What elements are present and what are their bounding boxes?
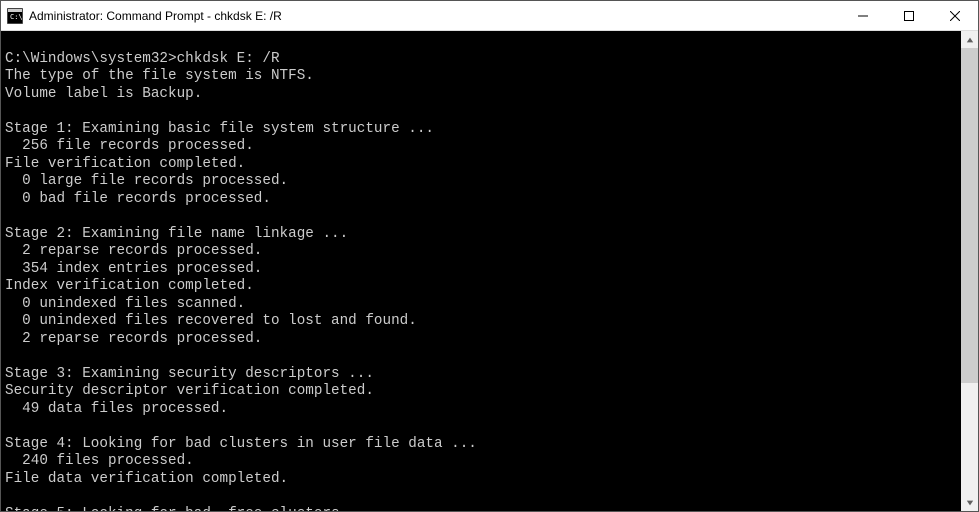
terminal-output[interactable]: C:\Windows\system32>chkdsk E: /R The typ… — [1, 31, 961, 511]
vertical-scrollbar[interactable] — [961, 31, 978, 511]
maximize-button[interactable] — [886, 1, 932, 30]
scroll-up-arrow[interactable] — [961, 31, 978, 48]
minimize-button[interactable] — [840, 1, 886, 30]
titlebar[interactable]: C:\ Administrator: Command Prompt - chkd… — [1, 1, 978, 31]
scrollbar-track[interactable] — [961, 48, 978, 494]
window-controls — [840, 1, 978, 30]
terminal-area: C:\Windows\system32>chkdsk E: /R The typ… — [1, 31, 978, 511]
svg-text:C:\: C:\ — [10, 13, 23, 21]
close-button[interactable] — [932, 1, 978, 30]
scroll-down-arrow[interactable] — [961, 494, 978, 511]
cmd-icon: C:\ — [7, 8, 23, 24]
scrollbar-thumb[interactable] — [961, 48, 978, 383]
command-prompt-window: C:\ Administrator: Command Prompt - chkd… — [0, 0, 979, 512]
window-title: Administrator: Command Prompt - chkdsk E… — [29, 9, 840, 23]
